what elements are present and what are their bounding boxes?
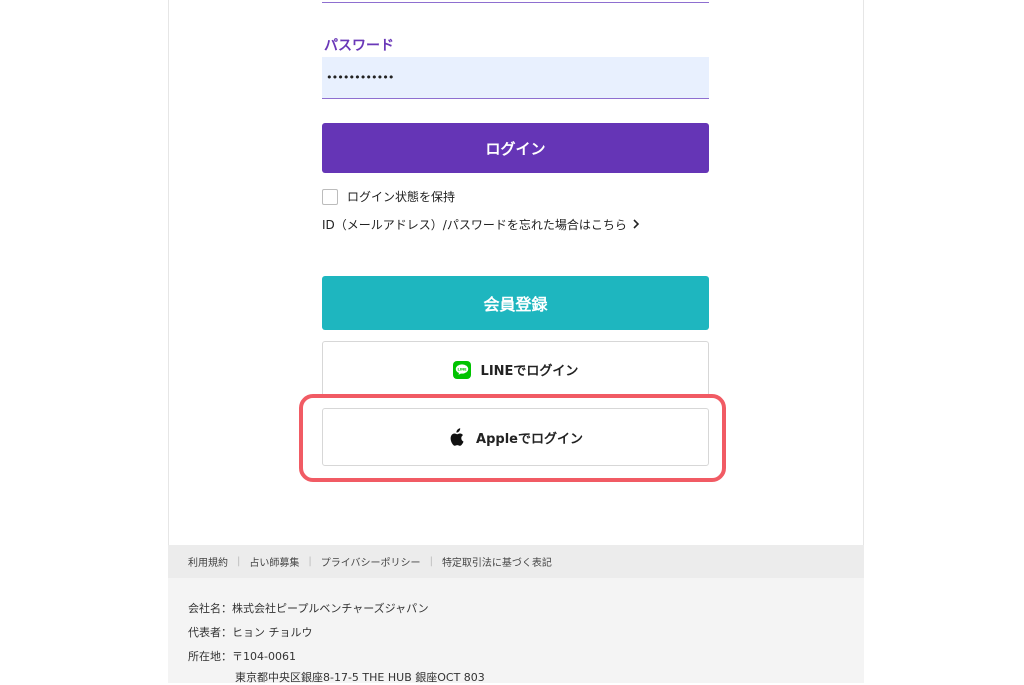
line-icon: LINE — [452, 360, 471, 379]
keep-login-row[interactable]: ログイン状態を保持 — [322, 188, 455, 205]
keep-login-label: ログイン状態を保持 — [347, 190, 456, 204]
register-button[interactable]: 会員登録 — [322, 276, 709, 330]
line-login-button[interactable]: LINE LINEでログイン — [322, 341, 709, 398]
company-representative: 代表者：ヒョン チョルウ — [188, 626, 313, 639]
forgot-password-text: ID（メールアドレス）/パスワードを忘れた場合はこちら — [322, 218, 627, 232]
footer-links: 利用規約 | 占い師募集 | プライバシーポリシー | 特定取引法に基づく表記 — [168, 545, 864, 578]
apple-login-button[interactable]: Appleでログイン — [322, 408, 709, 466]
apple-login-label: Appleでログイン — [476, 431, 583, 447]
forgot-password-link[interactable]: ID（メールアドレス）/パスワードを忘れた場合はこちら — [322, 216, 640, 233]
company-address-postal: 所在地：〒104-0061 — [188, 650, 296, 663]
login-button[interactable]: ログイン — [322, 123, 709, 173]
apple-icon — [448, 427, 464, 447]
line-login-label: LINEでログイン — [480, 364, 579, 379]
footer-link-recruit[interactable]: 占い師募集 — [249, 554, 299, 569]
footer-link-terms[interactable]: 利用規約 — [188, 554, 228, 569]
footer-company-info: 会社名：株式会社ピープルベンチャーズジャパン 代表者：ヒョン チョルウ 所在地：… — [168, 578, 864, 684]
footer-link-tokushoho[interactable]: 特定取引法に基づく表記 — [442, 554, 552, 569]
footer-separator: | — [237, 556, 241, 567]
footer-separator: | — [429, 556, 433, 567]
email-field-underline — [322, 2, 709, 3]
footer-link-privacy[interactable]: プライバシーポリシー — [321, 554, 421, 569]
password-field[interactable] — [322, 57, 709, 99]
svg-text:LINE: LINE — [457, 368, 467, 372]
chevron-right-icon — [633, 218, 640, 232]
keep-login-checkbox[interactable] — [322, 188, 338, 205]
footer-separator: | — [308, 556, 312, 567]
company-name: 会社名：株式会社ピープルベンチャーズジャパン — [188, 602, 429, 615]
password-label: パスワード — [324, 38, 394, 54]
